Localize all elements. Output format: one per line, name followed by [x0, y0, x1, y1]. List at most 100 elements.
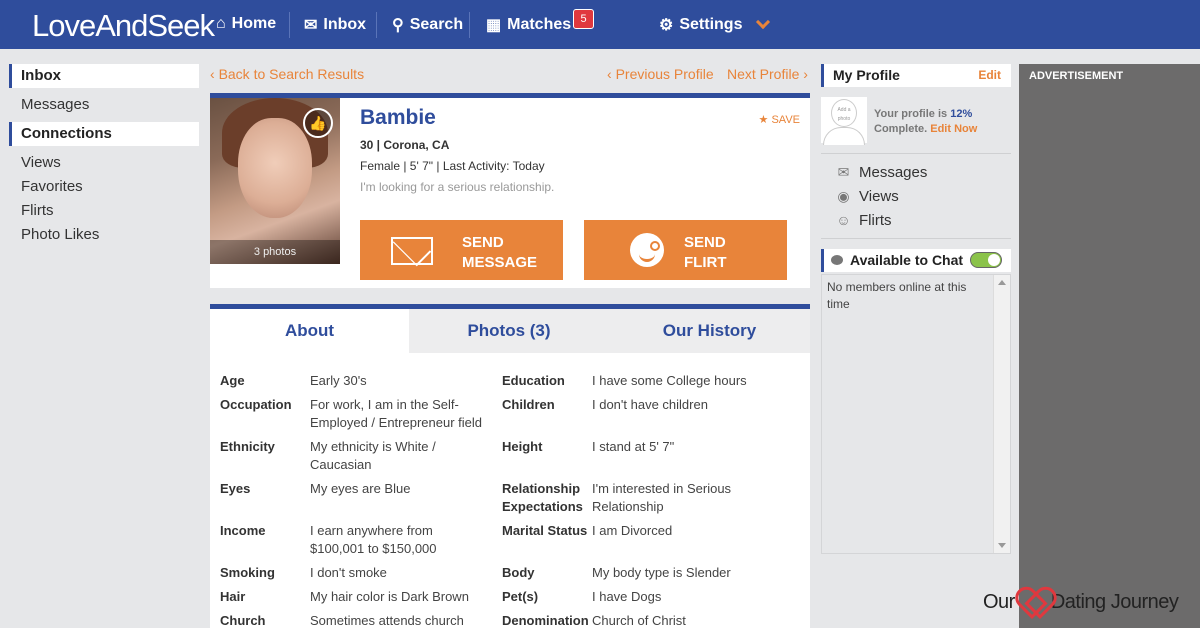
- sidebar-item-messages[interactable]: Messages: [9, 93, 199, 117]
- scroll-up-icon[interactable]: [998, 280, 1006, 285]
- search-icon: ⚲: [392, 17, 404, 34]
- send-message-button[interactable]: SEND MESSAGE: [360, 220, 563, 280]
- detail-label: Height: [502, 439, 543, 454]
- advertisement-panel[interactable]: ADVERTISEMENT: [1019, 64, 1200, 628]
- send-flirt-button[interactable]: SEND FLIRT: [584, 220, 787, 280]
- flirts-link-label: Flirts: [859, 212, 892, 229]
- detail-value: I have Dogs: [592, 589, 662, 604]
- detail-label: Ethnicity: [220, 439, 275, 454]
- my-profile-flirts-link[interactable]: ☺ Flirts: [834, 212, 892, 229]
- photo-count-label[interactable]: 3 photos: [210, 240, 340, 264]
- tab-our-history[interactable]: Our History: [609, 309, 810, 353]
- nav-search-label: Search: [409, 16, 464, 33]
- sidebar-item-photo-likes[interactable]: Photo Likes: [9, 223, 199, 247]
- my-profile-header: My Profile Edit: [821, 64, 1011, 87]
- send-flirt-line2: FLIRT: [684, 254, 727, 271]
- tab-photos[interactable]: Photos (3): [409, 309, 609, 353]
- chat-members-list[interactable]: No members online at this time: [821, 274, 1011, 554]
- matches-badge: 5: [573, 9, 594, 29]
- back-link-label: Back to Search Results: [218, 66, 365, 82]
- site-logo[interactable]: LoveAndSeek: [32, 8, 215, 44]
- detail-label: Occupation: [220, 397, 292, 412]
- avatar[interactable]: Add a photo: [821, 97, 867, 145]
- divider: [821, 238, 1011, 239]
- previous-profile-link[interactable]: ‹ Previous Profile: [607, 66, 714, 82]
- completion-suffix: Complete.: [874, 123, 928, 135]
- advertisement-label: ADVERTISEMENT: [1029, 70, 1124, 82]
- chevron-down-icon: [756, 14, 771, 30]
- matches-icon: ▦: [486, 17, 502, 34]
- chat-header: Available to Chat: [821, 249, 1011, 272]
- completion-percent: 12%: [950, 108, 973, 120]
- detail-label: Church: [220, 613, 266, 628]
- detail-label: Body: [502, 565, 535, 580]
- next-profile-link[interactable]: Next Profile ›: [727, 66, 808, 82]
- wink-icon: ☺: [836, 212, 851, 228]
- detail-label: Hair: [220, 589, 246, 604]
- profile-completion: Your profile is 12% Complete. Edit Now: [874, 107, 977, 137]
- top-navbar: LoveAndSeek ⌂ Home ✉ Inbox ⚲ Search ▦ Ma…: [0, 0, 1200, 49]
- eye-icon: ◉: [837, 188, 850, 204]
- nav-home[interactable]: ⌂ Home: [216, 15, 276, 33]
- send-flirt-label: SEND FLIRT: [684, 233, 727, 273]
- nav-settings-label: Settings: [679, 16, 743, 33]
- completion-prefix: Your profile is: [874, 108, 948, 120]
- detail-value: I don't smoke: [310, 565, 387, 580]
- detail-value: I'm interested in Serious Relationship: [592, 481, 732, 514]
- envelope-icon: ✉: [304, 17, 318, 34]
- tab-about[interactable]: About: [210, 309, 409, 353]
- chat-availability-toggle[interactable]: [970, 252, 1002, 268]
- detail-value: My ethnicity is White / Caucasian: [310, 439, 436, 472]
- envelope-icon: ✉: [837, 164, 850, 180]
- my-profile-views-link[interactable]: ◉ Views: [834, 188, 898, 205]
- send-message-label: SEND MESSAGE: [462, 233, 537, 273]
- heart-icon: [1018, 589, 1048, 615]
- thumbs-up-icon[interactable]: 👍: [303, 108, 333, 138]
- divider: [821, 153, 1011, 154]
- sidebar-inbox-heading[interactable]: Inbox: [9, 64, 199, 88]
- detail-label: Education: [502, 373, 565, 388]
- profile-photo[interactable]: 👍 3 photos: [210, 98, 340, 264]
- detail-label: Denomination: [502, 613, 589, 628]
- nav-home-label: Home: [231, 15, 277, 32]
- chat-scrollbar[interactable]: [993, 275, 1010, 553]
- my-profile-title: My Profile: [833, 67, 900, 83]
- watermark: Our Dating Journey: [983, 589, 1179, 615]
- detail-label: Eyes: [220, 481, 251, 496]
- profile-details-panel: About Photos (3) Our History Age Early 3…: [210, 304, 810, 628]
- scroll-down-icon[interactable]: [998, 543, 1006, 548]
- wink-icon: [630, 233, 664, 267]
- sidebar-item-favorites[interactable]: Favorites: [9, 175, 199, 199]
- send-message-line2: MESSAGE: [462, 254, 538, 271]
- my-profile-messages-link[interactable]: ✉ Messages: [834, 164, 928, 181]
- nav-search[interactable]: ⚲ Search: [392, 15, 463, 35]
- sidebar-connections-heading[interactable]: Connections: [9, 122, 199, 146]
- save-label: SAVE: [771, 114, 800, 126]
- detail-value: My hair color is Dark Brown: [310, 589, 469, 604]
- detail-value: I am Divorced: [592, 523, 673, 538]
- profile-tagline: I'm looking for a serious relationship.: [360, 180, 555, 194]
- nav-inbox[interactable]: ✉ Inbox: [304, 15, 366, 35]
- sidebar-item-flirts[interactable]: Flirts: [9, 199, 199, 223]
- avatar-body-shape: [823, 127, 865, 145]
- nav-settings[interactable]: ⚙ Settings: [659, 14, 771, 35]
- home-icon: ⌂: [216, 15, 226, 32]
- nav-divider: [469, 12, 470, 38]
- edit-now-link[interactable]: Edit Now: [930, 123, 977, 135]
- nav-matches[interactable]: ▦ Matches: [486, 15, 571, 35]
- detail-label: Age: [220, 373, 245, 388]
- previous-link-label: Previous Profile: [615, 66, 714, 82]
- my-profile-edit-link[interactable]: Edit: [978, 68, 1001, 82]
- detail-value: My body type is Slender: [592, 565, 731, 580]
- back-to-results-link[interactable]: ‹ Back to Search Results: [210, 66, 364, 82]
- chat-title: Available to Chat: [850, 252, 964, 268]
- sidebar-item-views[interactable]: Views: [9, 151, 199, 175]
- profile-name: Bambie: [360, 106, 436, 129]
- sidebar-connections-group: Connections Views Favorites Flirts Photo…: [9, 122, 199, 247]
- profile-tabs: About Photos (3) Our History: [210, 309, 810, 353]
- nav-matches-label: Matches: [507, 16, 572, 33]
- nav-inbox-label: Inbox: [323, 16, 367, 33]
- detail-value: My eyes are Blue: [310, 481, 411, 496]
- photo-face-shape: [238, 118, 312, 218]
- save-button[interactable]: ★ SAVE: [759, 113, 800, 126]
